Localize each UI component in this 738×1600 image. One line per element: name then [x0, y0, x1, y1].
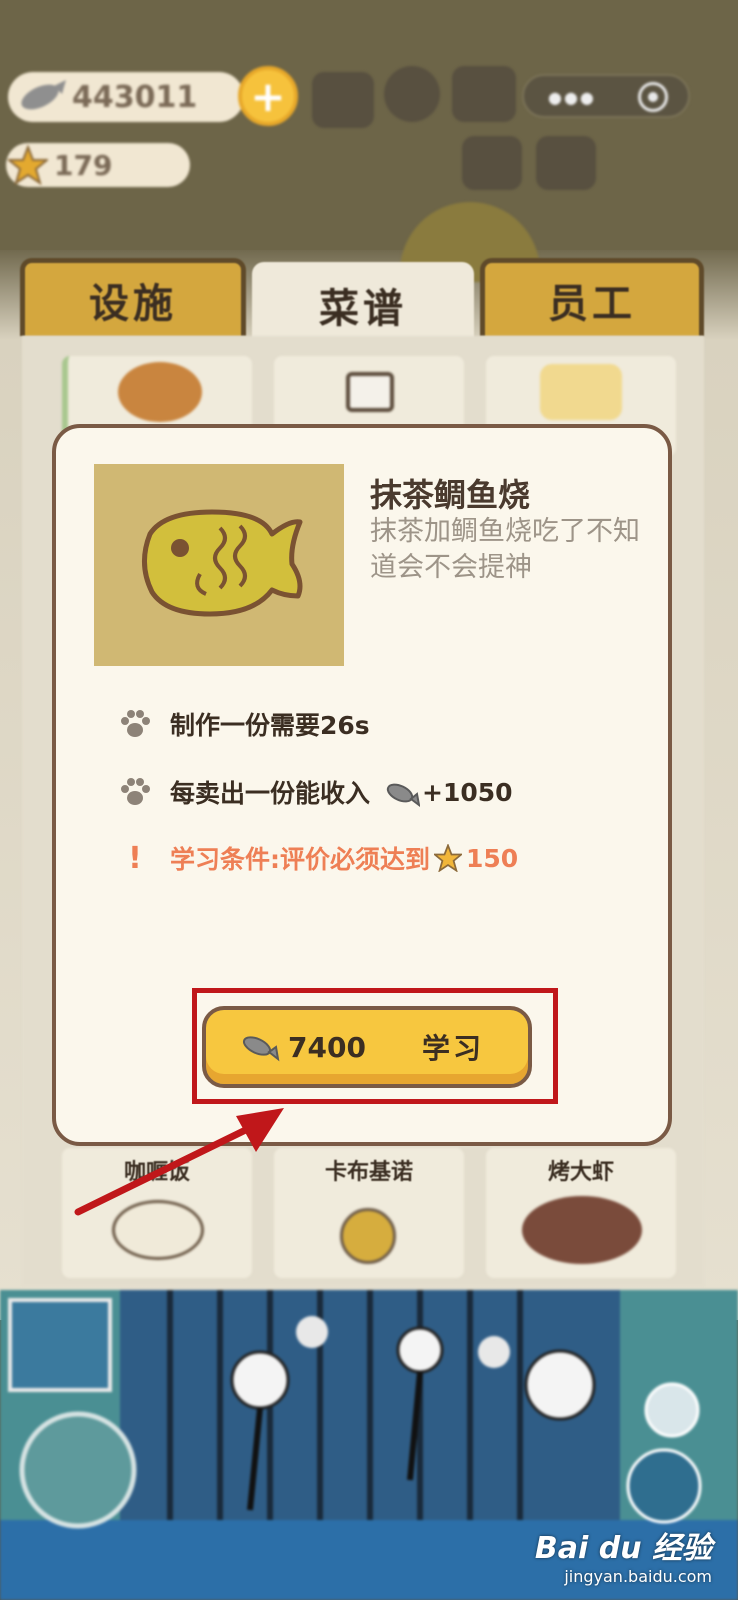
highlight-box [192, 988, 558, 1104]
income-row: 每卖出一份能收入 +1050 [118, 774, 513, 810]
star-icon [8, 145, 48, 185]
make-time-text: 制作一份需要26s [170, 711, 370, 740]
income-text: 每卖出一份能收入 [170, 779, 371, 808]
star-rating-value: 179 [54, 148, 113, 182]
watermark-url: jingyan.baidu.com [564, 1567, 712, 1586]
fish-icon [21, 80, 66, 110]
fish-currency-value: 443011 [72, 79, 198, 115]
dish-description: 抹茶加鲷鱼烧吃了不知道会不会提神 [370, 516, 640, 583]
dish-image [94, 464, 344, 666]
star-icon [434, 844, 462, 872]
requirement-row: ! 学习条件:评价必须达到 150 [118, 840, 518, 876]
tab-staff[interactable]: 员工 [480, 258, 704, 336]
close-program-icon[interactable] [638, 82, 668, 112]
burger-icon [118, 362, 202, 422]
camera-icon[interactable] [462, 136, 522, 190]
mini-program-capsule: ●●● [522, 74, 690, 118]
gear-icon[interactable] [384, 66, 440, 122]
toast-icon [540, 364, 622, 420]
requirement-text: 学习条件:评价必须达到 [170, 845, 430, 874]
income-value: +1050 [422, 777, 513, 807]
grilled-shrimp-icon [522, 1196, 642, 1264]
watermark: Bai du 经验 jingyan.baidu.com [535, 1523, 712, 1586]
shop-icon[interactable] [312, 72, 374, 128]
calendar-icon[interactable] [536, 136, 596, 190]
paw-icon [121, 778, 150, 805]
requirement-value: 150 [466, 843, 519, 873]
make-time-row: 制作一份需要26s [118, 706, 370, 742]
taiyaki-icon [142, 509, 303, 617]
fish-currency-counter: 443011 [8, 72, 244, 122]
lock-icon [340, 1208, 396, 1264]
dish-name: 抹茶鲷鱼烧 [370, 476, 531, 514]
tab-facilities[interactable]: 设施 [20, 258, 246, 336]
fish-icon [386, 783, 421, 807]
paw-icon [121, 710, 150, 737]
warning-icon: ! [128, 840, 142, 876]
red-arrow-annotation [74, 1108, 284, 1216]
recipe-card-label: 烤大虾 [547, 1160, 614, 1185]
baidu-jingyan-logo: Bai du 经验 [534, 1531, 712, 1566]
book-icon[interactable] [452, 66, 516, 122]
star-rating-counter: 179 [6, 143, 190, 187]
coffee-cup-icon [346, 372, 394, 412]
add-currency-button[interactable]: + [238, 66, 298, 126]
more-options-icon[interactable]: ●●● [548, 88, 596, 107]
